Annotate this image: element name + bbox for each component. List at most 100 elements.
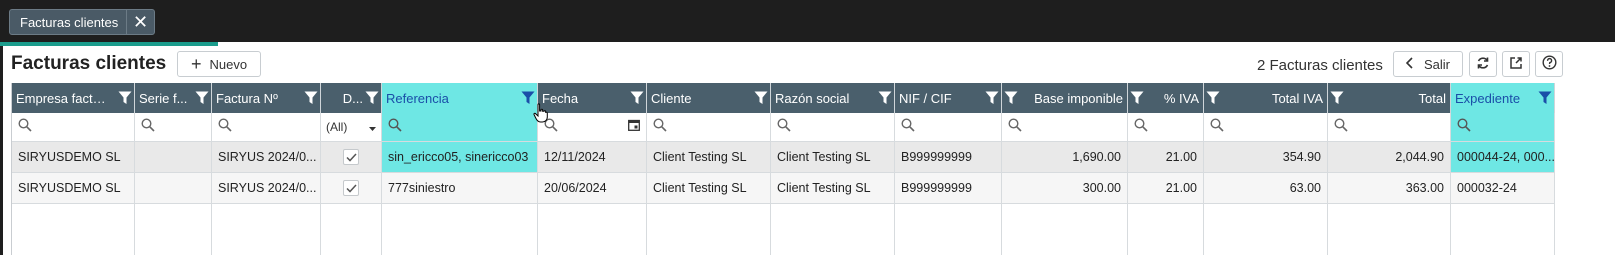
table-row-2-referencia[interactable]: 777siniestro: [382, 173, 538, 204]
help-button[interactable]: [1535, 51, 1563, 77]
refresh-button[interactable]: [1469, 51, 1497, 77]
filter-icon[interactable]: [1328, 90, 1346, 106]
empty-grid-cell: [771, 204, 895, 255]
table-row-1-cliente[interactable]: Client Testing SL: [647, 142, 771, 173]
table-row-1-d[interactable]: [321, 142, 382, 173]
empty-grid-cell: [12, 204, 135, 255]
close-icon[interactable]: ✕: [126, 10, 154, 34]
column-header-nif[interactable]: NIF / CIF: [895, 83, 1002, 113]
filter-icon[interactable]: [302, 90, 320, 106]
table-row-1-iva-pct[interactable]: 21.00: [1128, 142, 1204, 173]
table-row-1-total-iva[interactable]: 354.90: [1204, 142, 1328, 173]
table-row-2-razon-social[interactable]: Client Testing SL: [771, 173, 895, 204]
filter-icon[interactable]: [876, 90, 894, 106]
filter-cell-empresa[interactable]: [12, 113, 135, 142]
filter-cell-nif[interactable]: [895, 113, 1002, 142]
column-header-factura[interactable]: Factura Nº: [212, 83, 321, 113]
filter-icon[interactable]: [1204, 90, 1222, 106]
filter-cell-total[interactable]: [1328, 113, 1451, 142]
column-header-referencia[interactable]: Referencia: [382, 83, 538, 113]
column-header-total[interactable]: Total: [1328, 83, 1451, 113]
invoices-panel: Facturas clientes + Nuevo 2 Facturas cli…: [3, 46, 1615, 255]
empty-grid-cell: [895, 204, 1002, 255]
filter-cell-iva-pct[interactable]: [1128, 113, 1204, 142]
table-row-2-empresa[interactable]: SIRYUSDEMO SL: [12, 173, 135, 204]
column-header-razon-social[interactable]: Razón social: [771, 83, 895, 113]
filter-icon[interactable]: [983, 90, 1001, 106]
table-row-1-factura[interactable]: SIRYUS 2024/0...: [212, 142, 321, 173]
new-button[interactable]: + Nuevo: [177, 51, 261, 77]
search-icon: [1134, 117, 1148, 137]
column-header-serie[interactable]: Serie f...: [135, 83, 212, 113]
table-row-1-serie[interactable]: [135, 142, 212, 173]
hand-cursor-icon: [533, 103, 549, 128]
chevron-left-icon: [1405, 56, 1414, 72]
column-header-base[interactable]: Base imponible: [1002, 83, 1128, 113]
search-icon: [1210, 117, 1224, 137]
empty-grid-cell: [382, 204, 538, 255]
empty-grid-cell: [212, 204, 321, 255]
search-icon: [218, 117, 232, 137]
table-row-1-fecha[interactable]: 12/11/2024: [538, 142, 647, 173]
table-row-1-nif[interactable]: B999999999: [895, 142, 1002, 173]
column-header-iva-pct[interactable]: % IVA: [1128, 83, 1204, 113]
filter-icon[interactable]: [752, 90, 770, 106]
window-tab[interactable]: Facturas clientes ✕: [9, 9, 155, 35]
empty-grid-cell: [1451, 204, 1555, 255]
table-row-2-iva-pct[interactable]: 21.00: [1128, 173, 1204, 204]
filter-icon[interactable]: [116, 90, 134, 106]
filter-cell-fecha[interactable]: [538, 113, 647, 142]
export-icon: [1509, 56, 1523, 73]
filter-cell-total-iva[interactable]: [1204, 113, 1328, 142]
filter-cell-expediente[interactable]: [1451, 113, 1555, 142]
column-header-empresa[interactable]: Empresa factur...: [12, 83, 135, 113]
table-row-2-serie[interactable]: [135, 173, 212, 204]
table-row-1-base[interactable]: 1,690.00: [1002, 142, 1128, 173]
table-row-1-referencia[interactable]: sin_ericco05, sinericco03: [382, 142, 538, 173]
checkbox-checked[interactable]: [343, 149, 359, 165]
filter-cell-referencia[interactable]: [382, 113, 538, 142]
filter-icon[interactable]: [1128, 90, 1146, 106]
filter-select-d[interactable]: (All): [321, 113, 382, 142]
table-row-2-total-iva[interactable]: 63.00: [1204, 173, 1328, 204]
table-row-1-empresa[interactable]: SIRYUSDEMO SL: [12, 142, 135, 173]
table-row-2-fecha[interactable]: 20/06/2024: [538, 173, 647, 204]
filter-icon[interactable]: [363, 90, 381, 106]
exit-button[interactable]: Salir: [1393, 51, 1463, 77]
filter-cell-serie[interactable]: [135, 113, 212, 142]
filter-icon[interactable]: [193, 90, 211, 106]
filter-icon[interactable]: [1536, 90, 1554, 106]
column-header-total-iva[interactable]: Total IVA: [1204, 83, 1328, 113]
filter-icon[interactable]: [1002, 90, 1020, 106]
empty-grid-cell: [135, 204, 212, 255]
column-header-fecha[interactable]: Fecha: [538, 83, 647, 113]
column-header-cliente[interactable]: Cliente: [647, 83, 771, 113]
filter-cell-cliente[interactable]: [647, 113, 771, 142]
table-row-2-d[interactable]: [321, 173, 382, 204]
search-icon: [141, 117, 155, 137]
table-row-2-total[interactable]: 363.00: [1328, 173, 1451, 204]
column-header-d[interactable]: D...: [321, 83, 382, 113]
search-icon: [1008, 117, 1022, 137]
filter-cell-razon-social[interactable]: [771, 113, 895, 142]
export-button[interactable]: [1502, 51, 1530, 77]
calendar-icon[interactable]: [628, 118, 640, 136]
search-icon: [777, 117, 791, 137]
filter-icon[interactable]: [628, 90, 646, 106]
table-row-2-cliente[interactable]: Client Testing SL: [647, 173, 771, 204]
empty-grid-cell: [538, 204, 647, 255]
search-icon: [901, 117, 915, 137]
table-row-1-razon-social[interactable]: Client Testing SL: [771, 142, 895, 173]
column-header-expediente[interactable]: Expediente: [1451, 83, 1555, 113]
table-row-1-expediente[interactable]: 000044-24, 000...: [1451, 142, 1555, 173]
checkbox-checked[interactable]: [343, 180, 359, 196]
table-row-2-base[interactable]: 300.00: [1002, 173, 1128, 204]
search-icon: [653, 117, 667, 137]
filter-cell-factura[interactable]: [212, 113, 321, 142]
table-row-1-total[interactable]: 2,044.90: [1328, 142, 1451, 173]
table-row-2-nif[interactable]: B999999999: [895, 173, 1002, 204]
filter-cell-base[interactable]: [1002, 113, 1128, 142]
search-icon: [1457, 117, 1471, 137]
table-row-2-factura[interactable]: SIRYUS 2024/0...: [212, 173, 321, 204]
table-row-2-expediente[interactable]: 000032-24: [1451, 173, 1555, 204]
